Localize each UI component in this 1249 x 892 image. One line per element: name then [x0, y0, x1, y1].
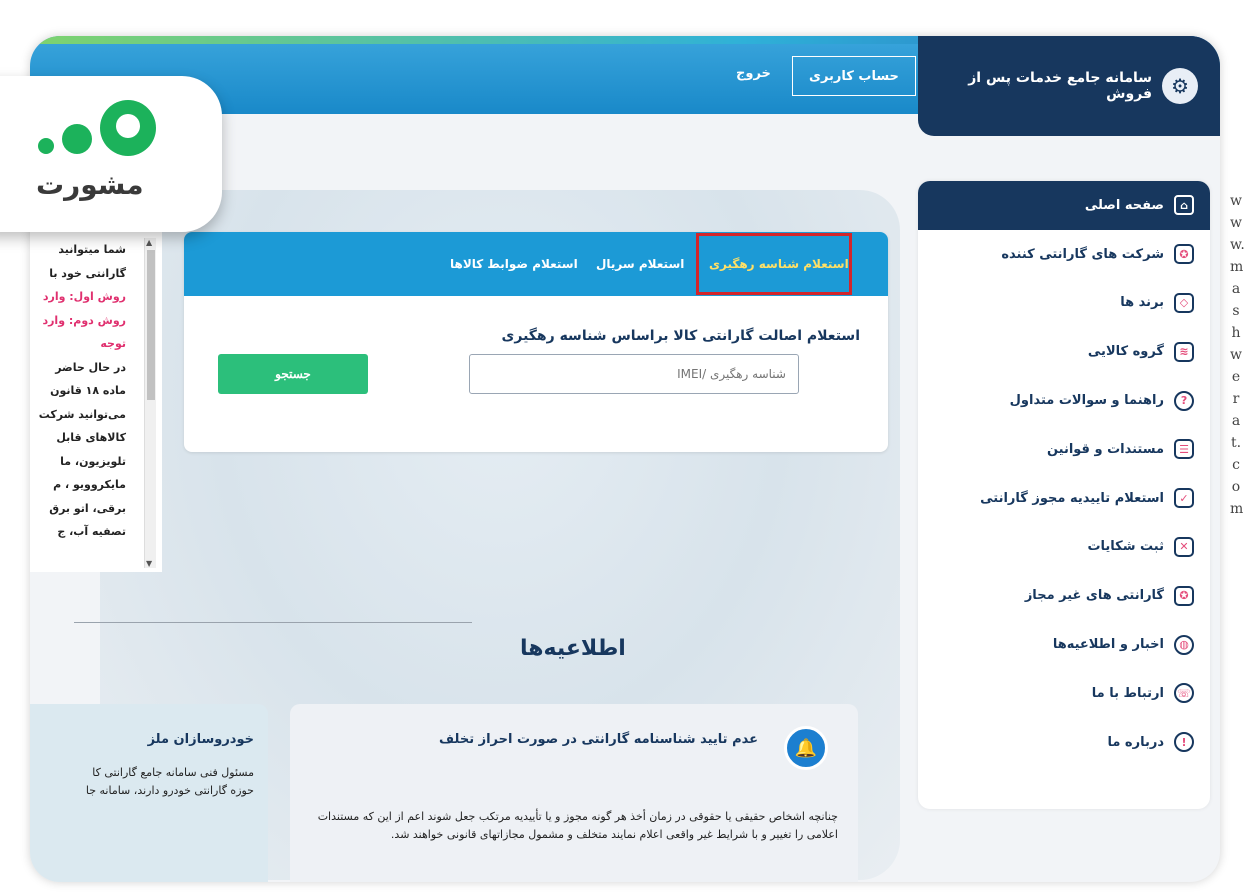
info-line: تصفیه آب، ج: [57, 525, 126, 538]
tab-criteria-inquiry[interactable]: استعلام ضوابط کالاها: [450, 232, 578, 296]
tracking-id-input[interactable]: [469, 354, 799, 394]
certificate-icon: ✓: [1174, 488, 1194, 509]
logo-dot-small: [38, 138, 54, 154]
section-divider: [74, 622, 472, 623]
sidebar-item[interactable]: ⌂ صفحه اصلی: [918, 181, 1210, 230]
info-line: تلویزیون، ما: [60, 454, 126, 468]
announcements-title: اطلاعیه‌ها: [520, 636, 626, 661]
info-line: روش دوم: وارد: [42, 313, 126, 327]
sidebar-item-label: شرکت های گارانتی کننده: [1001, 246, 1164, 262]
site-watermark: www.mashwerat.com: [1226, 190, 1246, 520]
layers-icon: ≋: [1174, 341, 1194, 362]
sidebar-item[interactable]: ≋ گروه کالایی: [918, 327, 1210, 376]
bell-icon: 🔔: [784, 726, 828, 770]
scroll-down-arrow-icon[interactable]: ▼: [146, 559, 152, 568]
question-icon: ?: [1174, 390, 1194, 411]
sidebar-item-label: گروه کالایی: [1087, 344, 1164, 360]
tag-icon: ◇: [1174, 292, 1194, 313]
logout-link[interactable]: خروج: [736, 66, 771, 81]
sidebar-item[interactable]: ✪ گارانتی های غیر مجاز: [918, 571, 1210, 620]
home-icon: ⌂: [1174, 195, 1194, 216]
tab-serial-inquiry[interactable]: استعلام سریال: [596, 232, 684, 296]
sidebar-item-label: گارانتی های غیر مجاز: [1024, 588, 1164, 604]
sidebar-item-label: ارتباط با ما: [1091, 685, 1164, 701]
site-title: سامانه جامع خدمات پس از فروش: [968, 70, 1153, 102]
info-line: می‌توانید شرکت: [38, 407, 126, 421]
sidebar-item[interactable]: ◍ اخبار و اطلاعیه‌ها: [918, 620, 1210, 669]
shield-icon: ✪: [1174, 585, 1194, 606]
announcement-body: مسئول فنی سامانه جامع گارانتی کا حوزه گا…: [30, 764, 254, 800]
announcement-body-line: مسئول فنی سامانه جامع گارانتی کا: [92, 766, 254, 779]
active-tab-highlight-box: [696, 233, 852, 295]
sidebar-item[interactable]: ☏ ارتباط با ما: [918, 669, 1210, 718]
sidebar-item[interactable]: ☰ مستندات و قوانین: [918, 425, 1210, 474]
logo-text: مشورت: [36, 168, 144, 201]
inquiry-tabs: استعلام ضوابط کالاها استعلام سریال استعل…: [184, 232, 888, 296]
sidebar-item[interactable]: ✕ ثبت شکایات: [918, 523, 1210, 572]
sidebar-item[interactable]: ! درباره ما: [918, 718, 1210, 767]
site-watermark-text: www.mashwerat.com: [1230, 193, 1245, 517]
sidebar-item-label: راهنما و سوالات متداول: [1009, 393, 1164, 409]
badge-icon: ✪: [1174, 244, 1194, 265]
announcement-heading: خودروسازان ملز: [147, 732, 254, 747]
sidebar-item-label: برند ها: [1120, 295, 1164, 311]
info-line: در حال حاضر: [55, 360, 126, 374]
logo-dot-medium: [62, 124, 92, 154]
info-line: توجه: [100, 337, 126, 350]
info-line: کالاهای قابل: [56, 431, 126, 444]
site-brand[interactable]: ⚙ سامانه جامع خدمات پس از فروش: [918, 36, 1220, 136]
scroll-thumb[interactable]: [147, 250, 155, 400]
account-button[interactable]: حساب کاربری: [792, 56, 916, 96]
announcement-body-line: حوزه گارانتی خودرو دارند، سامانه جا: [85, 784, 254, 797]
gear-wrench-logo-icon: ⚙: [1162, 68, 1198, 104]
announcement-body: چنانچه اشخاص حقیقی یا حقوقی در زمان أخذ …: [317, 810, 838, 841]
info-line: روش اول: وارد: [42, 290, 126, 303]
inquiry-heading: استعلام اصالت گارانتی کالا براساس شناسه …: [501, 328, 860, 344]
logo-dot-large: [100, 100, 156, 156]
globe-icon: ◍: [1174, 634, 1194, 655]
sidebar-nav: ⌂ صفحه اصلی ✪ شرکت های گارانتی کننده ◇ برند ه…: [918, 181, 1210, 809]
sidebar-item-label: ثبت شکایات: [1087, 539, 1164, 555]
announcement-card-automakers[interactable]: خودروسازان ملز مسئول فنی سامانه جامع گار…: [30, 704, 268, 882]
phone-icon: ☏: [1174, 683, 1194, 704]
complaint-icon: ✕: [1174, 536, 1194, 557]
mashwerat-logo-badge: مشورت: [0, 76, 222, 232]
sidebar-item[interactable]: ✪ شرکت های گارانتی کننده: [918, 230, 1210, 279]
sidebar-item[interactable]: ? راهنما و سوالات متداول: [918, 376, 1210, 425]
info-line: مایکروویو ، م: [53, 478, 126, 491]
sidebar-item-label: استعلام تاییدیه مجوز گارانتی: [980, 490, 1164, 506]
sidebar-item-label: صفحه اصلی: [1084, 197, 1164, 213]
announcement-card-warranty[interactable]: 🔔 عدم تایید شناسنامه گارانتی در صورت احر…: [290, 704, 858, 882]
info-text-panel: شما میتوانید گارانتی خود با روش اول: وارد ر…: [30, 232, 162, 572]
info-line: گارانتی خود با: [49, 266, 126, 280]
sidebar-item[interactable]: ◇ برند ها: [918, 279, 1210, 328]
sidebar-item-label: اخبار و اطلاعیه‌ها: [1052, 637, 1164, 653]
search-button[interactable]: جستجو: [218, 354, 368, 394]
info-line: ماده ۱۸ قانون: [50, 384, 126, 397]
scroll-up-arrow-icon[interactable]: ▲: [146, 238, 152, 247]
inquiry-card: استعلام ضوابط کالاها استعلام سریال استعل…: [184, 232, 888, 452]
info-line: شما میتوانید: [58, 243, 126, 256]
sidebar-item-label: مستندات و قوانین: [1046, 441, 1164, 457]
announcement-heading: عدم تایید شناسنامه گارانتی در صورت احراز…: [439, 732, 758, 747]
sidebar-item[interactable]: ✓ استعلام تاییدیه مجوز گارانتی: [918, 474, 1210, 523]
document-icon: ☰: [1174, 439, 1194, 460]
panel-scrollbar[interactable]: ▲ ▼: [144, 238, 156, 568]
info-line: برقی، اتو برق: [49, 501, 126, 515]
info-icon: !: [1174, 732, 1194, 753]
sidebar-item-label: درباره ما: [1107, 734, 1164, 750]
